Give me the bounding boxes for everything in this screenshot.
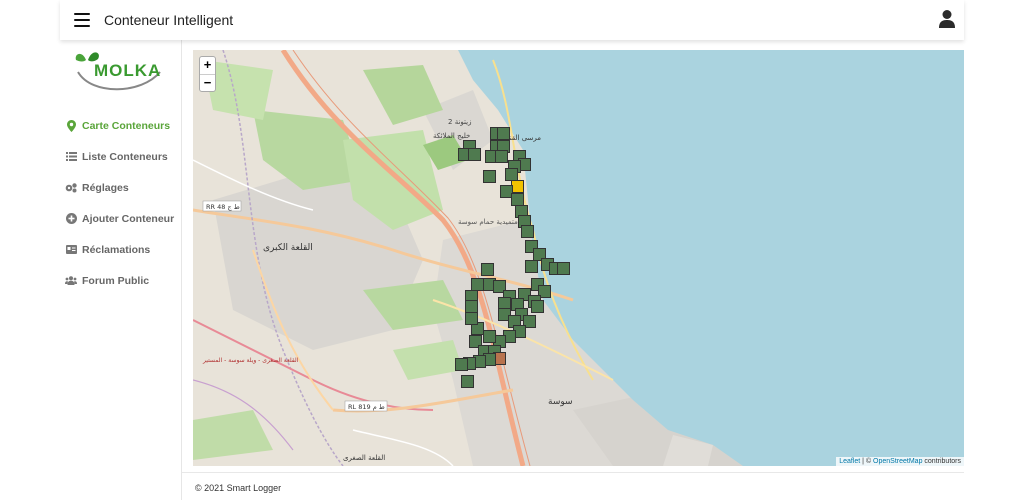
container-marker[interactable]: [497, 127, 510, 140]
container-marker[interactable]: [525, 260, 538, 273]
container-marker[interactable]: [483, 170, 496, 183]
map-tiles: زيتونة 2 خليج الملائكة متميدية حمام سوسة…: [193, 50, 964, 466]
sidebar-nav: Carte Conteneurs Liste Conteneurs Réglag…: [60, 110, 182, 296]
attribution-suffix: contributors: [922, 458, 961, 465]
map-road-label: RL 819 ط م: [348, 403, 385, 411]
zoom-in-button[interactable]: +: [200, 57, 215, 74]
container-marker[interactable]: [468, 148, 481, 161]
top-app-bar: Conteneur Intelligent: [60, 0, 964, 40]
sidebar-item-label: Forum Public: [82, 274, 150, 287]
map-label: خليج الملائكة: [433, 132, 470, 140]
users-icon: [65, 275, 77, 287]
zoom-control: + −: [199, 56, 216, 92]
container-marker[interactable]: [461, 375, 474, 388]
sidebar-item-reglages[interactable]: Réglages: [60, 172, 182, 203]
container-marker[interactable]: [465, 312, 478, 325]
sidebar-item-label: Carte Conteneurs: [82, 119, 171, 132]
container-marker[interactable]: [495, 150, 508, 163]
sidebar-item-carte-conteneurs[interactable]: Carte Conteneurs: [60, 110, 182, 141]
map-road-label: RR 48 ط ج: [206, 203, 240, 211]
container-marker[interactable]: [521, 225, 534, 238]
map-label: سوسة: [548, 397, 573, 407]
sidebar-item-label: Réglages: [82, 181, 129, 194]
sidebar: MOLKA Carte Conteneurs Liste Conteneurs …: [60, 40, 182, 500]
container-marker[interactable]: [557, 262, 570, 275]
openstreetmap-link[interactable]: OpenStreetMap: [873, 458, 922, 465]
map-view[interactable]: زيتونة 2 خليج الملائكة متميدية حمام سوسة…: [193, 50, 964, 466]
map-label: زيتونة 2: [448, 118, 471, 126]
container-marker[interactable]: [455, 358, 468, 371]
map-attribution: Leaflet | © OpenStreetMap contributors: [836, 457, 964, 466]
container-marker[interactable]: [483, 330, 496, 343]
sidebar-item-forum-public[interactable]: Forum Public: [60, 265, 182, 296]
footer: © 2021 Smart Logger: [182, 472, 964, 500]
attribution-separator: | ©: [860, 458, 874, 465]
user-account-icon[interactable]: [938, 9, 956, 29]
sidebar-item-reclamations[interactable]: Réclamations: [60, 234, 182, 265]
sidebar-item-label: Réclamations: [82, 243, 151, 256]
map-label: متميدية حمام سوسة: [458, 218, 518, 226]
container-marker[interactable]: [481, 263, 494, 276]
container-marker[interactable]: [531, 300, 544, 313]
leaflet-link[interactable]: Leaflet: [839, 458, 860, 465]
map-label: القلعة الكبرى: [263, 243, 313, 253]
molka-logo: MOLKA: [75, 52, 161, 91]
hamburger-menu-icon[interactable]: [74, 13, 90, 27]
map-marker-icon: [65, 119, 77, 132]
app-title: Conteneur Intelligent: [104, 12, 234, 28]
sidebar-item-label: Liste Conteneurs: [82, 150, 168, 163]
gears-icon: [65, 182, 77, 194]
sidebar-item-liste-conteneurs[interactable]: Liste Conteneurs: [60, 141, 182, 172]
sidebar-item-label: Ajouter Conteneur: [82, 212, 175, 225]
footer-copyright: © 2021 Smart Logger: [195, 483, 282, 493]
map-label: القلعة الصغرى - ويلة سوسة - المستير: [202, 357, 299, 364]
map-label: القلعة الصغرى: [343, 454, 385, 462]
id-card-icon: [65, 244, 77, 256]
logo-text: MOLKA: [94, 61, 161, 80]
sidebar-item-ajouter-conteneur[interactable]: Ajouter Conteneur: [60, 203, 182, 234]
list-icon: [65, 151, 77, 163]
plus-circle-icon: [65, 213, 77, 225]
zoom-out-button[interactable]: −: [200, 74, 215, 91]
